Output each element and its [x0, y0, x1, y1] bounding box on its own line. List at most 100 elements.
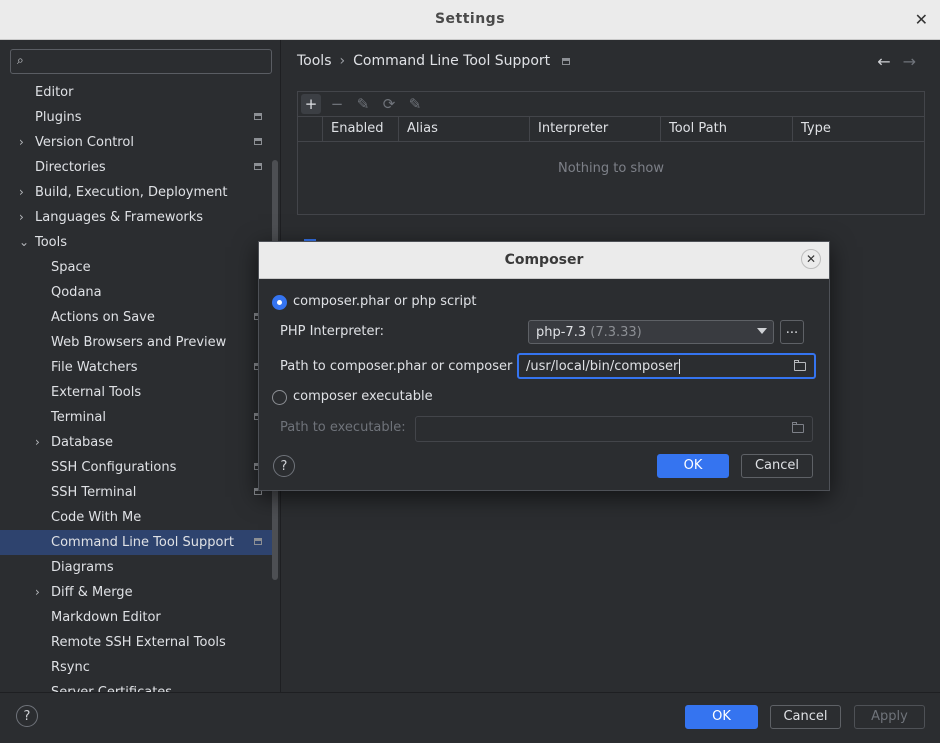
- sidebar-item[interactable]: Code With Me: [0, 505, 278, 530]
- chevron-right-icon[interactable]: ›: [35, 580, 40, 605]
- edit-icon[interactable]: ✎: [353, 94, 373, 114]
- sidebar-item-label: Build, Execution, Deployment: [35, 185, 228, 200]
- sidebar-item-label: Remote SSH External Tools: [51, 635, 226, 650]
- sidebar-item[interactable]: Diagrams: [0, 555, 278, 580]
- column-header[interactable]: Alias: [398, 117, 529, 141]
- sidebar-item[interactable]: ⌄ Tools: [0, 230, 278, 255]
- sidebar-item-label: Plugins: [35, 110, 82, 125]
- settings-window: Settings ✕ ⌕ Editor Plugins › Version Contr…: [0, 0, 940, 743]
- sidebar-item[interactable]: External Tools: [0, 380, 278, 405]
- more-button[interactable]: ...: [780, 320, 804, 344]
- sidebar-item-label: Terminal: [51, 410, 106, 425]
- column-header[interactable]: Tool Path: [660, 117, 792, 141]
- sidebar-item[interactable]: Actions on Save: [0, 305, 278, 330]
- column-header[interactable]: Interpreter: [529, 117, 660, 141]
- search-input[interactable]: ⌕: [10, 49, 272, 74]
- add-icon[interactable]: +: [301, 94, 321, 114]
- gear-icon: [254, 538, 262, 545]
- sidebar-item[interactable]: Qodana: [0, 280, 278, 305]
- sidebar-item-label: Actions on Save: [51, 310, 155, 325]
- sidebar-item[interactable]: Web Browsers and Preview: [0, 330, 278, 355]
- sidebar-item-label: SSH Terminal: [51, 485, 137, 500]
- sidebar-item[interactable]: › Diff & Merge: [0, 580, 278, 605]
- sidebar-item-label: Command Line Tool Support: [51, 535, 234, 550]
- remove-icon[interactable]: −: [327, 94, 347, 114]
- folder-icon: [792, 422, 804, 433]
- sidebar-item-label: File Watchers: [51, 360, 138, 375]
- title-bar: Settings ✕: [0, 0, 940, 40]
- table-toolbar: + − ✎ ⟳ ✎: [298, 92, 924, 117]
- sidebar-item[interactable]: Directories: [0, 155, 278, 180]
- sidebar-item[interactable]: Editor: [0, 80, 278, 105]
- sidebar-item[interactable]: SSH Configurations: [0, 455, 278, 480]
- sidebar-item[interactable]: › Database: [0, 430, 278, 455]
- sidebar-item[interactable]: › Build, Execution, Deployment: [0, 180, 278, 205]
- interpreter-label: PHP Interpreter:: [280, 324, 384, 339]
- dialog-header: Composer ✕: [259, 242, 829, 279]
- sidebar-item[interactable]: Rsync: [0, 655, 278, 680]
- sidebar-item[interactable]: Remote SSH External Tools: [0, 630, 278, 655]
- gear-icon: [254, 163, 262, 170]
- help-icon[interactable]: ?: [273, 455, 295, 477]
- phar-option-label[interactable]: composer.phar or php script: [293, 294, 477, 309]
- chevron-right-icon[interactable]: ›: [35, 430, 40, 455]
- gear-icon: [254, 113, 262, 120]
- ok-button[interactable]: OK: [685, 705, 758, 729]
- forward-arrow-icon[interactable]: →: [903, 52, 916, 71]
- window-title: Settings: [434, 11, 506, 27]
- sidebar-item-label: Web Browsers and Preview: [51, 335, 227, 350]
- sidebar-item[interactable]: Terminal: [0, 405, 278, 430]
- sidebar-item[interactable]: Markdown Editor: [0, 605, 278, 630]
- breadcrumb: Tools › Command Line Tool Support: [297, 53, 571, 69]
- sidebar-item[interactable]: › Version Control: [0, 130, 278, 155]
- sidebar-item[interactable]: Command Line Tool Support: [0, 530, 278, 555]
- help-icon[interactable]: ?: [16, 705, 38, 727]
- chevron-right-icon[interactable]: ›: [19, 205, 24, 230]
- path-label: Path to composer.phar or composer: [280, 359, 513, 374]
- chevron-down-icon[interactable]: ⌄: [19, 230, 29, 255]
- close-icon[interactable]: ✕: [801, 249, 821, 269]
- executable-option-radio[interactable]: [272, 390, 287, 405]
- sidebar-item[interactable]: File Watchers: [0, 355, 278, 380]
- gear-icon: [562, 57, 571, 65]
- apply-button[interactable]: Apply: [854, 705, 925, 729]
- chevron-down-icon: [757, 328, 767, 334]
- dialog-title: Composer: [504, 252, 584, 268]
- folder-icon[interactable]: [794, 360, 806, 371]
- sidebar-item-label: Server Certificates: [51, 680, 172, 692]
- executable-path-input: [415, 416, 813, 442]
- back-arrow-icon[interactable]: ←: [877, 52, 890, 71]
- executable-path-label: Path to executable:: [280, 420, 406, 435]
- phar-option-radio[interactable]: [272, 295, 287, 310]
- chevron-right-icon[interactable]: ›: [19, 180, 24, 205]
- sidebar-item[interactable]: › Languages & Frameworks: [0, 205, 278, 230]
- refresh-icon[interactable]: ⟳: [379, 94, 399, 114]
- link-icon[interactable]: ✎: [405, 94, 425, 114]
- dialog-ok-button[interactable]: OK: [657, 454, 729, 478]
- sidebar-item[interactable]: Server Certificates: [0, 680, 278, 692]
- interpreter-select[interactable]: php-7.3 (7.3.33): [528, 320, 774, 344]
- tools-table: + − ✎ ⟳ ✎ Enabled Alias Interpreter Tool…: [297, 91, 925, 215]
- sidebar-item-label: Markdown Editor: [51, 610, 161, 625]
- close-icon[interactable]: ✕: [915, 10, 928, 29]
- sidebar-item-label: Qodana: [51, 285, 102, 300]
- dialog-cancel-button[interactable]: Cancel: [741, 454, 813, 478]
- nav-arrows: ← →: [877, 52, 916, 71]
- sidebar-item[interactable]: Plugins: [0, 105, 278, 130]
- path-value: /usr/local/bin/composer: [526, 359, 679, 374]
- sidebar-item-label: External Tools: [51, 385, 142, 400]
- breadcrumb-parent[interactable]: Tools: [297, 53, 332, 69]
- sidebar-item-label: Tools: [35, 235, 68, 250]
- chevron-right-icon[interactable]: ›: [19, 130, 24, 155]
- interpreter-version: (7.3.33): [590, 325, 642, 340]
- sidebar-item[interactable]: SSH Terminal: [0, 480, 278, 505]
- path-input[interactable]: /usr/local/bin/composer: [517, 353, 816, 379]
- sidebar-item[interactable]: Space: [0, 255, 278, 280]
- sidebar-item-label: Code With Me: [51, 510, 142, 525]
- executable-option-label[interactable]: composer executable: [293, 389, 433, 404]
- column-header[interactable]: Type: [792, 117, 924, 141]
- column-header[interactable]: Enabled: [322, 117, 398, 141]
- sidebar-item-label: Database: [51, 435, 114, 450]
- search-icon: ⌕: [17, 53, 24, 67]
- cancel-button[interactable]: Cancel: [770, 705, 841, 729]
